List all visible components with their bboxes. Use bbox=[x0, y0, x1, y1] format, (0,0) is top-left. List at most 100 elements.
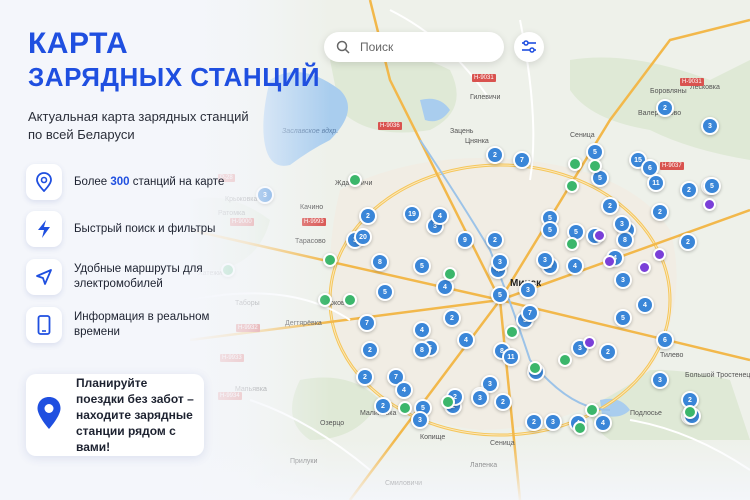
station-cluster-marker[interactable]: 8 bbox=[616, 231, 634, 249]
station-cluster-marker[interactable]: 2 bbox=[374, 397, 392, 415]
page-title-line2: ЗАРЯДНЫХ СТАНЦИЙ bbox=[28, 62, 321, 92]
cluster-count: 3 bbox=[521, 283, 535, 297]
station-cluster-marker[interactable]: 9 bbox=[456, 231, 474, 249]
cluster-count: 5 bbox=[415, 259, 429, 273]
charging-station-marker[interactable] bbox=[565, 237, 579, 251]
station-cluster-marker[interactable]: 5 bbox=[541, 221, 559, 239]
station-cluster-marker[interactable]: 3 bbox=[613, 215, 631, 233]
charging-station-marker[interactable] bbox=[568, 157, 582, 171]
station-cluster-marker[interactable]: 2 bbox=[359, 207, 377, 225]
charging-station-marker[interactable] bbox=[398, 401, 412, 415]
station-cluster-marker[interactable]: 2 bbox=[680, 181, 698, 199]
cluster-count: 7 bbox=[360, 316, 374, 330]
fast-charging-station-marker[interactable] bbox=[603, 255, 616, 268]
cluster-count: 11 bbox=[504, 350, 518, 364]
station-cluster-marker[interactable]: 7 bbox=[521, 304, 539, 322]
fast-charging-station-marker[interactable] bbox=[583, 336, 596, 349]
charging-station-marker[interactable] bbox=[683, 405, 697, 419]
station-cluster-marker[interactable]: 3 bbox=[614, 271, 632, 289]
feature-stations-text: Более 300 станций на карте bbox=[74, 175, 225, 188]
charging-station-marker[interactable] bbox=[565, 179, 579, 193]
station-cluster-marker[interactable]: 5 bbox=[413, 257, 431, 275]
station-cluster-marker[interactable]: 4 bbox=[594, 414, 612, 432]
station-cluster-marker[interactable]: 3 bbox=[519, 281, 537, 299]
station-cluster-marker[interactable]: 3 bbox=[544, 413, 562, 431]
cluster-count: 3 bbox=[615, 217, 629, 231]
charging-station-marker[interactable] bbox=[573, 421, 587, 435]
station-cluster-marker[interactable]: 4 bbox=[636, 296, 654, 314]
cluster-count: 4 bbox=[568, 259, 582, 273]
station-cluster-marker[interactable]: 2 bbox=[443, 309, 461, 327]
station-cluster-marker[interactable]: 5 bbox=[614, 309, 632, 327]
station-cluster-marker[interactable]: 3 bbox=[536, 251, 554, 269]
station-cluster-marker[interactable]: 2 bbox=[599, 343, 617, 361]
page-title-line1: КАРТА bbox=[28, 27, 129, 60]
charging-station-marker[interactable] bbox=[441, 395, 455, 409]
station-cluster-marker[interactable]: 11 bbox=[647, 174, 665, 192]
filter-button[interactable] bbox=[514, 32, 544, 62]
station-cluster-marker[interactable]: 2 bbox=[356, 368, 374, 386]
feature-search: Быстрый поиск и фильтры bbox=[26, 211, 226, 247]
charging-station-marker[interactable] bbox=[348, 173, 362, 187]
fast-charging-station-marker[interactable] bbox=[653, 248, 666, 261]
station-cluster-marker[interactable]: 7 bbox=[513, 151, 531, 169]
station-cluster-marker[interactable]: 2 bbox=[601, 197, 619, 215]
station-cluster-marker[interactable]: 4 bbox=[566, 257, 584, 275]
cluster-count: 7 bbox=[523, 306, 537, 320]
station-cluster-marker[interactable]: 3 bbox=[471, 389, 489, 407]
search-bar[interactable] bbox=[324, 32, 504, 62]
cluster-count: 4 bbox=[433, 209, 447, 223]
charging-station-marker[interactable] bbox=[505, 325, 519, 339]
station-cluster-marker[interactable]: 3 bbox=[491, 253, 509, 271]
charging-station-marker[interactable] bbox=[558, 353, 572, 367]
station-cluster-marker[interactable]: 11 bbox=[502, 348, 520, 366]
station-cluster-marker[interactable]: 2 bbox=[679, 233, 697, 251]
station-cluster-marker[interactable]: 2 bbox=[494, 393, 512, 411]
station-cluster-marker[interactable]: 3 bbox=[701, 117, 719, 135]
cluster-count: 5 bbox=[378, 285, 392, 299]
station-cluster-marker[interactable]: 19 bbox=[403, 205, 421, 223]
station-cluster-marker[interactable]: 5 bbox=[376, 283, 394, 301]
station-cluster-marker[interactable]: 2 bbox=[525, 413, 543, 431]
station-cluster-marker[interactable]: 4 bbox=[457, 331, 475, 349]
station-cluster-marker[interactable]: 4 bbox=[431, 207, 449, 225]
cluster-count: 8 bbox=[618, 233, 632, 247]
cluster-count: 2 bbox=[488, 148, 502, 162]
station-cluster-marker[interactable]: 6 bbox=[656, 331, 674, 349]
station-cluster-marker[interactable]: 3 bbox=[651, 371, 669, 389]
station-cluster-marker[interactable]: 2 bbox=[486, 146, 504, 164]
charging-station-marker[interactable] bbox=[343, 293, 357, 307]
station-cluster-marker[interactable]: 8 bbox=[413, 341, 431, 359]
road-code-badge: Н-9036 bbox=[378, 122, 402, 130]
page-title: КАРТА ЗАРЯДНЫХ СТАНЦИЙ bbox=[28, 28, 320, 94]
station-cluster-marker[interactable]: 2 bbox=[656, 99, 674, 117]
map-place-label: Цнянка bbox=[465, 138, 489, 145]
charging-station-marker[interactable] bbox=[528, 361, 542, 375]
fast-charging-station-marker[interactable] bbox=[593, 229, 606, 242]
charging-station-marker[interactable] bbox=[585, 403, 599, 417]
cluster-count: 5 bbox=[588, 145, 602, 159]
charging-station-marker[interactable] bbox=[443, 267, 457, 281]
cluster-count: 6 bbox=[643, 161, 657, 175]
station-cluster-marker[interactable]: 7 bbox=[358, 314, 376, 332]
station-cluster-marker[interactable]: 4 bbox=[413, 321, 431, 339]
station-cluster-marker[interactable]: 20 bbox=[354, 228, 372, 246]
station-cluster-marker[interactable]: 5 bbox=[491, 286, 509, 304]
cluster-count: 4 bbox=[638, 298, 652, 312]
station-cluster-marker[interactable]: 4 bbox=[395, 381, 413, 399]
cluster-count: 4 bbox=[415, 323, 429, 337]
station-cluster-marker[interactable]: 5 bbox=[703, 177, 721, 195]
station-cluster-marker[interactable]: 2 bbox=[651, 203, 669, 221]
lightning-icon bbox=[26, 211, 62, 247]
search-input[interactable] bbox=[360, 40, 480, 54]
map-place-label: Сеница bbox=[570, 132, 595, 139]
station-cluster-marker[interactable]: 2 bbox=[486, 231, 504, 249]
fast-charging-station-marker[interactable] bbox=[638, 261, 651, 274]
fast-charging-station-marker[interactable] bbox=[703, 198, 716, 211]
station-cluster-marker[interactable]: 8 bbox=[371, 253, 389, 271]
charging-station-marker[interactable] bbox=[588, 159, 602, 173]
station-cluster-marker[interactable]: 3 bbox=[411, 411, 429, 429]
station-cluster-marker[interactable]: 2 bbox=[361, 341, 379, 359]
location-pin-icon bbox=[36, 396, 62, 435]
cluster-count: 8 bbox=[415, 343, 429, 357]
